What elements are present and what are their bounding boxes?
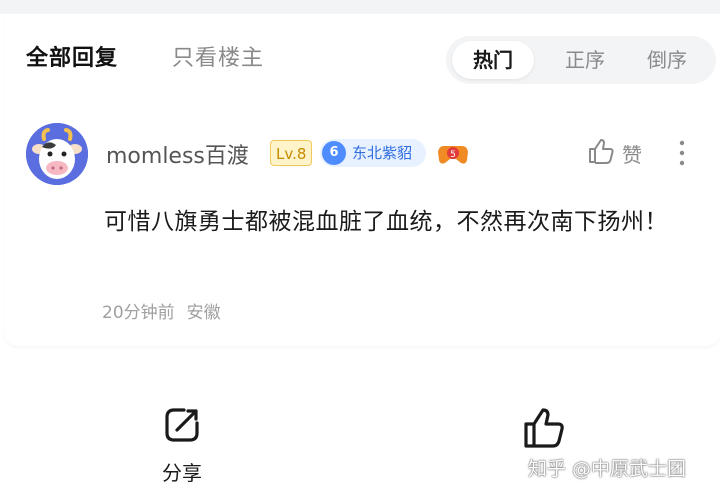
comment-time: 20分钟前 <box>102 303 175 323</box>
comment-body: 可惜八旗勇士都被混血脏了血统，不然再次南下扬州！ <box>104 209 668 235</box>
club-level-number: 6 <box>322 141 346 165</box>
like-label: 赞 <box>622 143 642 167</box>
avatar[interactable] <box>26 123 88 185</box>
comment-like-button[interactable]: 赞 <box>586 136 642 168</box>
sort-desc-tab[interactable]: 倒序 <box>626 41 708 79</box>
club-name: 东北紫貂 <box>352 144 413 162</box>
level-badge: Lv.8 <box>270 140 313 166</box>
thumbs-up-icon <box>589 139 614 164</box>
comment-location: 安徽 <box>186 303 221 323</box>
more-vertical-icon[interactable] <box>674 138 690 168</box>
sort-asc-tab[interactable]: 正序 <box>544 41 626 79</box>
share-label: 分享 <box>162 461 202 485</box>
club-badge[interactable]: 6 东北紫貂 <box>320 139 426 167</box>
sort-segmented-control: 热门 正序 倒序 <box>446 36 716 84</box>
cow-avatar-icon <box>26 123 88 185</box>
username[interactable]: momless百渡 <box>106 138 249 170</box>
svg-text:5: 5 <box>450 150 456 160</box>
filter-op-only[interactable]: 只看楼主 <box>172 40 264 72</box>
share-button[interactable]: 分享 <box>150 405 214 485</box>
game-controller-icon: 5 <box>438 146 468 164</box>
like-action-icon[interactable] <box>520 404 568 452</box>
share-icon <box>165 408 199 442</box>
top-divider-strip <box>0 0 720 14</box>
filter-all-replies[interactable]: 全部回复 <box>26 40 118 72</box>
sort-hot-tab[interactable]: 热门 <box>452 41 534 79</box>
comment-meta: 20分钟前 安徽 <box>102 298 221 323</box>
watermark: 知乎 @中原武士团 <box>528 458 687 480</box>
